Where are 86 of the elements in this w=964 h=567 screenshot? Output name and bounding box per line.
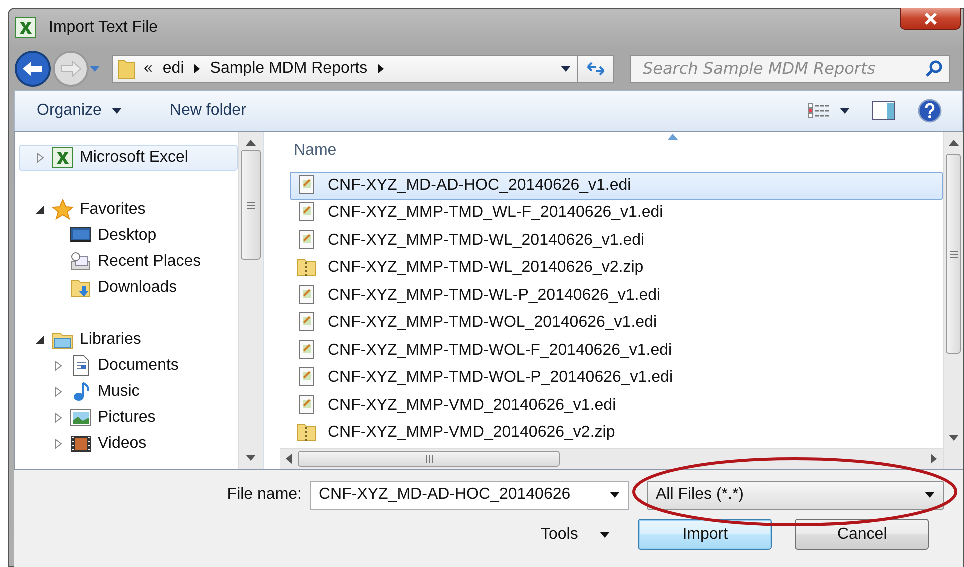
nav-item[interactable]: Pictures	[19, 405, 238, 431]
caret-icon	[112, 108, 122, 114]
file-item[interactable]: CNF-XYZ_MMP-TMD-WOL_20140626_v1.edi	[290, 310, 943, 337]
nav-item[interactable]: Music	[19, 379, 238, 405]
file-item[interactable]: CNF-XYZ_MD-AD-HOC_20140626_v1.edi	[290, 172, 943, 200]
close-icon	[924, 12, 938, 24]
overflow-chevron[interactable]: «	[144, 60, 153, 78]
scroll-bar[interactable]	[238, 132, 263, 469]
scroll-up-icon	[948, 140, 958, 146]
refresh-icon	[586, 60, 606, 76]
file-item[interactable]: CNF-XYZ_MMP-VMD_20140626_v1.edi	[290, 392, 943, 420]
file-item[interactable]: CNF-XYZ_MMP-TMD-WOL-F_20140626_v1.edi	[290, 337, 943, 364]
refresh-button[interactable]	[578, 54, 614, 82]
search-field[interactable]: Search Sample MDM Reports	[630, 54, 950, 82]
caret-icon	[90, 66, 100, 72]
scroll-down-icon	[246, 455, 256, 461]
file-item[interactable]: CNF-XYZ_MMP-VMD_20140626_v2.zip	[290, 420, 943, 447]
breadcrumb[interactable]: edi	[160, 60, 186, 78]
toolbar-button[interactable]: New folder	[170, 102, 246, 120]
help-icon	[918, 99, 942, 123]
collapsed-arrow-icon[interactable]	[54, 413, 62, 423]
nav-item[interactable]: Favorites	[19, 197, 238, 223]
collapsed-arrow-icon[interactable]	[54, 387, 62, 397]
grip-icon	[950, 250, 958, 258]
scroll-right-icon	[931, 454, 937, 464]
details-view-icon	[808, 103, 830, 119]
scroll-bar[interactable]	[280, 448, 943, 469]
cancel-button[interactable]: Cancel	[795, 519, 930, 550]
caret-icon	[561, 66, 571, 72]
caret-icon	[925, 492, 935, 498]
grip-icon	[247, 202, 255, 208]
import-button[interactable]: Import	[638, 519, 772, 550]
nav-item[interactable]: Microsoft Excel	[19, 145, 238, 171]
help-button[interactable]	[918, 99, 942, 123]
file-item[interactable]: CNF-XYZ_MMP-TMD-WOL-P_20140626_v1.edi	[290, 364, 943, 392]
folder-icon	[118, 58, 136, 80]
expanded-arrow-icon[interactable]	[36, 336, 44, 344]
film-strip-icon	[70, 433, 92, 455]
nav-item[interactable]: Downloads	[19, 275, 238, 301]
nav-item[interactable]: Libraries	[19, 327, 238, 353]
file-item[interactable]: CNF-XYZ_MMP-TMD-WL_20140626_v1.edi	[290, 227, 943, 254]
scroll-left-icon	[286, 454, 292, 464]
close-button[interactable]	[900, 8, 961, 30]
organize-menu[interactable]: Organize	[37, 102, 122, 120]
nav-item[interactable]: Videos	[19, 431, 238, 457]
zip-folder-icon	[297, 257, 319, 280]
excel-icon	[15, 17, 37, 39]
file-item[interactable]: CNF-XYZ_MMP-TMD_WL-F_20140626_v1.edi	[290, 200, 943, 227]
excel-icon	[52, 147, 74, 169]
collapsed-arrow-icon[interactable]	[54, 439, 62, 449]
address-bar[interactable]: « edi Sample MDM Reports	[112, 54, 578, 82]
star-icon	[52, 199, 74, 221]
pictures-icon	[70, 407, 92, 429]
file-type-dropdown[interactable]: All Files (*.*)	[647, 480, 944, 510]
nav-item[interactable]: Documents	[19, 353, 238, 379]
back-button[interactable]	[14, 50, 52, 88]
chevron-icon	[378, 64, 384, 74]
nav-item[interactable]: Recent Places	[19, 249, 238, 275]
search-icon	[925, 60, 943, 78]
zip-folder-icon	[297, 422, 319, 444]
caret-icon	[610, 492, 620, 498]
sort-arrow-icon	[668, 134, 678, 140]
caret-icon	[840, 108, 850, 114]
collapsed-arrow-icon[interactable]	[54, 361, 62, 371]
chevron-icon	[194, 64, 200, 74]
grip-icon	[426, 455, 432, 463]
scroll-bar[interactable]	[943, 132, 963, 469]
file-item[interactable]: CNF-XYZ_MMP-TMD-WL_20140626_v2.zip	[290, 254, 943, 282]
field-label: File name:	[226, 486, 302, 504]
caret-icon	[600, 532, 610, 538]
breadcrumb[interactable]: Sample MDM Reports	[208, 60, 370, 78]
collapsed-arrow-icon[interactable]	[36, 153, 44, 163]
column-header[interactable]: Name	[280, 132, 943, 170]
file-item[interactable]: CNF-XYZ_MMP-TMD-WL-P_20140626_v1.edi	[290, 282, 943, 310]
views-button[interactable]	[808, 103, 850, 119]
file-name-field[interactable]: CNF-XYZ_MD-AD-HOC_20140626	[310, 480, 629, 510]
recent-places-icon	[70, 251, 92, 273]
expanded-arrow-icon[interactable]	[36, 206, 44, 214]
preview-pane-button[interactable]	[872, 101, 896, 121]
nav-item[interactable]: Desktop	[19, 223, 238, 249]
scroll-up-icon	[246, 140, 256, 146]
preview-pane-icon	[872, 101, 896, 121]
tools-menu[interactable]: Tools	[541, 526, 610, 544]
window-title: Import Text File	[49, 19, 158, 37]
address-dropdown[interactable]	[561, 66, 571, 72]
scroll-down-icon	[948, 435, 958, 441]
